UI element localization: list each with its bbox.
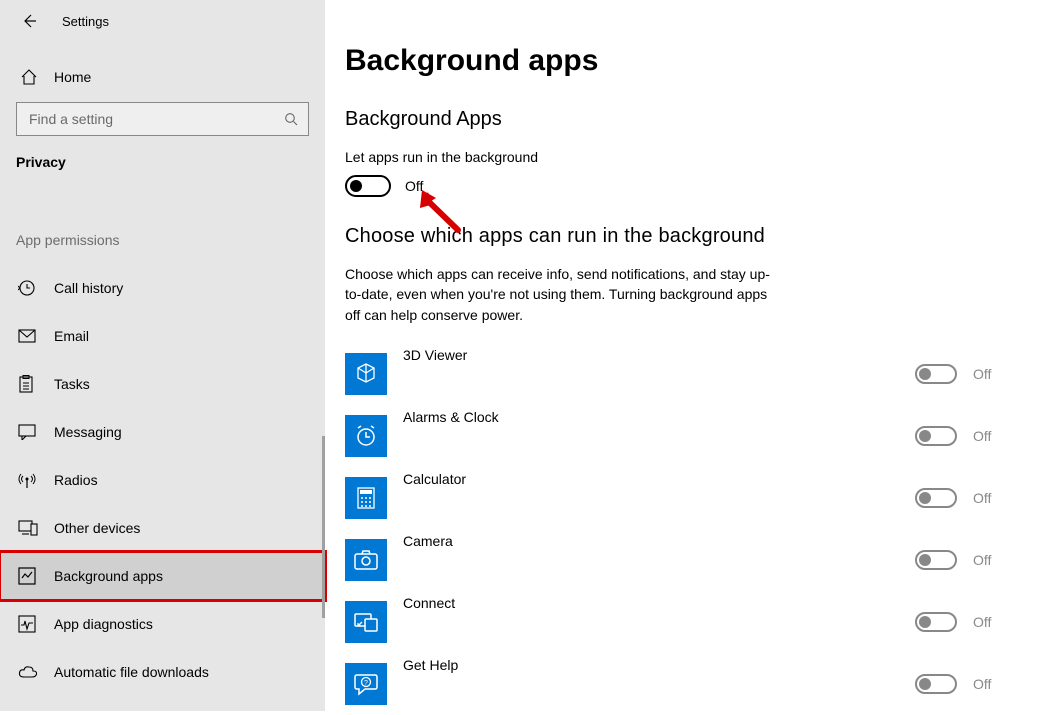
diagnostics-icon [18, 615, 38, 633]
app-row-connect: Connect Off [345, 591, 1011, 653]
sidebar-item-autodownloads[interactable]: Automatic file downloads [0, 648, 325, 696]
page-title: Background apps [345, 44, 1011, 78]
app-row-alarms: Alarms & Clock Off [345, 405, 1011, 467]
master-toggle-caption: Let apps run in the background [345, 149, 1011, 165]
app-icon-gethelp: ? [345, 663, 387, 705]
back-button[interactable] [20, 12, 38, 30]
app-row-calculator: Calculator Off [345, 467, 1011, 529]
message-icon [18, 424, 38, 440]
sidebar-item-label: Automatic file downloads [54, 664, 209, 680]
home-label: Home [54, 69, 91, 85]
app-icon-alarms [345, 415, 387, 457]
section-description: Choose which apps can receive info, send… [345, 264, 785, 325]
app-row-3dviewer: 3D Viewer Off [345, 343, 1011, 405]
app-toggle[interactable] [915, 550, 957, 570]
sidebar-item-home[interactable]: Home [0, 56, 325, 98]
app-row-gethelp: ? Get Help Off [345, 653, 1011, 715]
sidebar-item-otherdevices[interactable]: Other devices [0, 504, 325, 552]
sidebar-item-label: Email [54, 328, 89, 344]
app-name: 3D Viewer [403, 343, 915, 363]
sidebar-item-appdiagnostics[interactable]: App diagnostics [0, 600, 325, 648]
sidebar-item-label: Messaging [54, 424, 122, 440]
app-toggle[interactable] [915, 488, 957, 508]
search-input-wrap[interactable] [16, 102, 309, 136]
app-name: Get Help [403, 653, 915, 673]
app-toggle-state: Off [973, 552, 1011, 568]
cloud-icon [18, 665, 38, 679]
app-toggle-state: Off [973, 428, 1011, 444]
sidebar-item-messaging[interactable]: Messaging [0, 408, 325, 456]
app-toggle[interactable] [915, 364, 957, 384]
svg-text:?: ? [364, 680, 368, 687]
scrollbar-thumb[interactable] [322, 436, 325, 618]
sidebar-item-label: App diagnostics [54, 616, 153, 632]
mail-icon [18, 329, 38, 343]
section-title-choose: Choose which apps can run in the backgro… [345, 225, 1011, 248]
sidebar-item-label: Other devices [54, 520, 140, 536]
search-icon [284, 112, 298, 126]
category-label: Privacy [16, 154, 325, 170]
app-icon-3dviewer [345, 353, 387, 395]
sidebar-item-label: Radios [54, 472, 98, 488]
app-toggle[interactable] [915, 426, 957, 446]
devices-icon [18, 520, 38, 536]
sidebar-item-radios[interactable]: Radios [0, 456, 325, 504]
search-input[interactable] [27, 110, 284, 128]
master-toggle[interactable] [345, 175, 391, 197]
master-toggle-state: Off [405, 178, 423, 194]
sidebar-item-tasks[interactable]: Tasks [0, 360, 325, 408]
app-list: 3D Viewer Off Alarms & Clock Off Calcula… [345, 343, 1011, 715]
app-name: Alarms & Clock [403, 405, 915, 425]
main-content: Background apps Background Apps Let apps… [345, 0, 1041, 711]
app-toggle[interactable] [915, 612, 957, 632]
tasks-icon [18, 375, 38, 393]
app-name: Camera [403, 529, 915, 549]
sidebar-item-label: Background apps [54, 568, 163, 584]
window-title: Settings [62, 14, 109, 29]
app-toggle-state: Off [973, 366, 1011, 382]
app-toggle-state: Off [973, 490, 1011, 506]
radio-icon [18, 471, 38, 489]
app-row-camera: Camera Off [345, 529, 1011, 591]
home-icon [20, 68, 40, 86]
nav-list: Call history Email Tasks Messaging Radio… [0, 264, 325, 696]
app-toggle-state: Off [973, 676, 1011, 692]
app-icon-camera [345, 539, 387, 581]
sidebar-item-label: Call history [54, 280, 123, 296]
app-icon-calculator [345, 477, 387, 519]
history-icon [18, 279, 38, 297]
sidebar: Settings Home Privacy App permissions Ca… [0, 0, 325, 711]
sidebar-item-backgroundapps[interactable]: Background apps [0, 552, 325, 600]
sidebar-item-label: Tasks [54, 376, 90, 392]
app-toggle[interactable] [915, 674, 957, 694]
app-toggle-state: Off [973, 614, 1011, 630]
sidebar-item-email[interactable]: Email [0, 312, 325, 360]
app-icon-connect [345, 601, 387, 643]
section-label: App permissions [16, 232, 325, 248]
bgapps-icon [18, 567, 38, 585]
sidebar-item-callhistory[interactable]: Call history [0, 264, 325, 312]
app-name: Calculator [403, 467, 915, 487]
section-title-master: Background Apps [345, 108, 1011, 131]
app-name: Connect [403, 591, 915, 611]
